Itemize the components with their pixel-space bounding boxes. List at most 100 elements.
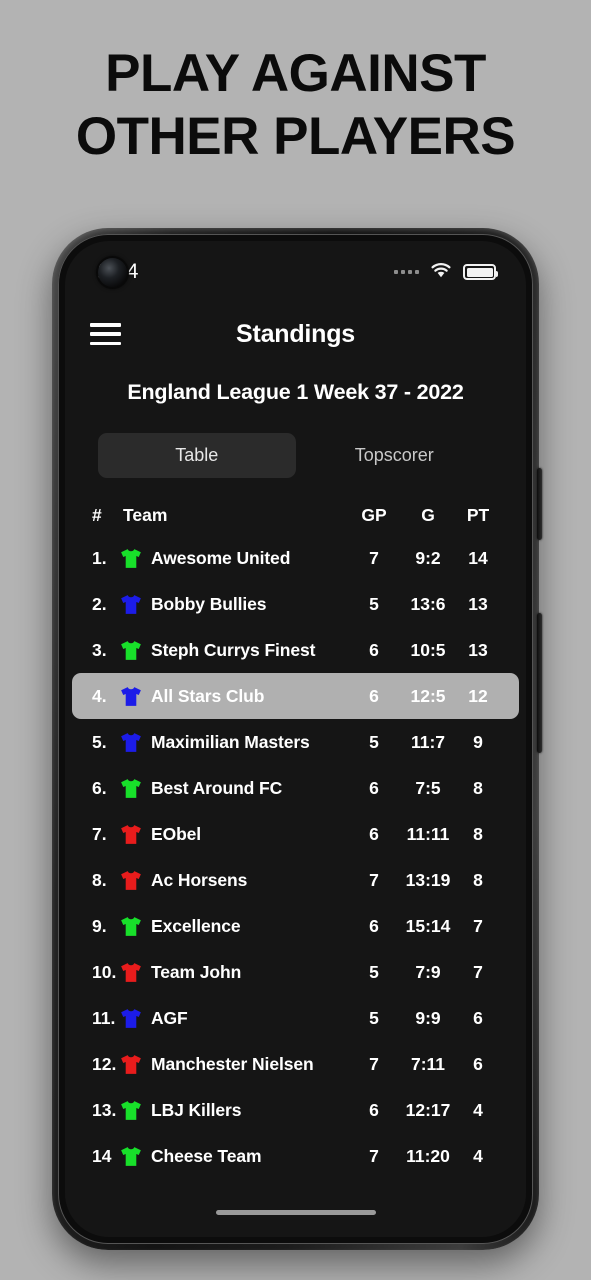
- row-rank: 2.: [92, 593, 107, 614]
- row-rank: 13.: [92, 1099, 117, 1120]
- row-goals: 13:6: [410, 593, 446, 614]
- row-goals: 7:11: [410, 1053, 446, 1074]
- row-games-played: 7: [369, 1145, 379, 1166]
- row-team-name: LBJ Killers: [151, 1099, 242, 1120]
- table-row[interactable]: 6. Best Around FC 6 7:5 8: [72, 765, 519, 811]
- tab-table[interactable]: Table: [98, 433, 296, 478]
- table-row[interactable]: 7. EObel 6 11:11 8: [72, 811, 519, 857]
- jersey-icon: [120, 686, 148, 707]
- jersey-icon: [121, 870, 141, 890]
- page-title: Standings: [235, 319, 356, 348]
- jersey-icon: [121, 732, 141, 752]
- row-points: 6: [473, 1007, 483, 1028]
- row-rank: 10.: [92, 961, 117, 982]
- row-team-name: Team John: [151, 961, 242, 982]
- row-games-played: 6: [369, 1099, 379, 1120]
- jersey-icon: [121, 916, 141, 936]
- row-games-played: 6: [369, 639, 379, 660]
- jersey-icon: [121, 686, 141, 706]
- jersey-icon: [121, 594, 141, 614]
- row-goals: 13:19: [405, 869, 451, 890]
- tab-topscorer[interactable]: Topscorer: [296, 433, 494, 478]
- column-header-g: G: [421, 504, 435, 525]
- row-points: 4: [473, 1099, 483, 1120]
- row-games-played: 7: [369, 547, 379, 568]
- status-bar: 2.34: [65, 241, 526, 303]
- row-points: 14: [468, 547, 488, 568]
- table-row[interactable]: 2. Bobby Bullies 5 13:6 13: [72, 581, 519, 627]
- row-rank: 6.: [92, 777, 107, 798]
- table-header-row: # Team GP G PT: [65, 497, 526, 533]
- row-points: 4: [473, 1145, 483, 1166]
- row-points: 13: [468, 593, 488, 614]
- power-button[interactable]: [537, 613, 542, 753]
- front-camera-icon: [98, 258, 127, 287]
- row-games-played: 5: [369, 731, 379, 752]
- jersey-icon: [121, 824, 141, 844]
- row-rank: 8.: [92, 869, 107, 890]
- row-points: 8: [473, 823, 483, 844]
- row-goals: 12:17: [405, 1099, 451, 1120]
- promo-headline: PLAY AGAINST OTHER PLAYERS: [0, 42, 591, 168]
- row-goals: 15:14: [405, 915, 451, 936]
- jersey-icon: [121, 640, 141, 660]
- phone-mockup: 2.34: [52, 228, 542, 1250]
- row-games-played: 6: [369, 685, 379, 706]
- jersey-icon: [120, 732, 148, 753]
- jersey-icon: [120, 778, 148, 799]
- table-row[interactable]: 11. AGF 5 9:9 6: [72, 995, 519, 1041]
- row-games-played: 6: [369, 915, 379, 936]
- row-rank: 5.: [92, 731, 107, 752]
- row-rank: 11.: [92, 1007, 116, 1028]
- row-team-name: Cheese Team: [151, 1145, 262, 1166]
- row-games-played: 5: [369, 961, 379, 982]
- row-goals: 7:5: [415, 777, 441, 798]
- row-team-name: Steph Currys Finest: [151, 639, 316, 660]
- jersey-icon: [121, 778, 141, 798]
- table-row[interactable]: 10. Team John 5 7:9 7: [72, 949, 519, 995]
- table-row[interactable]: 5. Maximilian Masters 5 11:7 9: [72, 719, 519, 765]
- screenshot-root: PLAY AGAINST OTHER PLAYERS 2.34: [0, 0, 591, 1280]
- row-games-played: 5: [369, 593, 379, 614]
- row-team-name: Best Around FC: [151, 777, 283, 798]
- jersey-icon: [121, 1146, 141, 1166]
- table-row[interactable]: 1. Awesome United 7 9:2 14: [72, 535, 519, 581]
- row-goals: 11:11: [406, 823, 450, 844]
- table-row[interactable]: 4. All Stars Club 6 12:5 12: [72, 673, 519, 719]
- row-rank: 12.: [92, 1053, 117, 1074]
- row-goals: 11:20: [406, 1145, 450, 1166]
- jersey-icon: [121, 548, 141, 568]
- row-games-played: 7: [369, 1053, 379, 1074]
- table-row[interactable]: 12. Manchester Nielsen 7 7:11 6: [72, 1041, 519, 1087]
- row-points: 12: [468, 685, 488, 706]
- row-rank: 3.: [92, 639, 107, 660]
- signal-dots-icon: [394, 270, 419, 274]
- jersey-icon: [121, 1054, 141, 1074]
- column-header-gp: GP: [361, 504, 387, 525]
- row-points: 7: [473, 961, 483, 982]
- row-points: 8: [473, 777, 483, 798]
- row-rank: 7.: [92, 823, 107, 844]
- table-row[interactable]: 13. LBJ Killers 6 12:17 4: [72, 1087, 519, 1133]
- jersey-icon: [120, 594, 148, 615]
- jersey-icon: [121, 1100, 141, 1120]
- table-row[interactable]: 8. Ac Horsens 7 13:19 8: [72, 857, 519, 903]
- row-goals: 12:5: [410, 685, 446, 706]
- jersey-icon: [120, 1100, 148, 1121]
- row-points: 6: [473, 1053, 483, 1074]
- app-nav-bar: Standings: [65, 303, 526, 365]
- phone-screen: 2.34: [65, 241, 526, 1237]
- row-rank: 4.: [92, 685, 107, 706]
- row-games-played: 6: [369, 777, 379, 798]
- hamburger-menu-icon[interactable]: [90, 323, 121, 345]
- jersey-icon: [120, 640, 148, 661]
- table-row[interactable]: 9. Excellence 6 15:14 7: [72, 903, 519, 949]
- volume-button[interactable]: [537, 468, 542, 540]
- jersey-icon: [120, 548, 148, 569]
- status-bar-indicators: [394, 262, 498, 283]
- standings-list[interactable]: 1. Awesome United 7 9:2 14 2. Bobby Bullies 5 13…: [65, 535, 526, 1237]
- home-indicator[interactable]: [215, 1210, 376, 1215]
- row-goals: 10:5: [410, 639, 446, 660]
- table-row[interactable]: 3. Steph Currys Finest 6 10:5 13: [72, 627, 519, 673]
- table-row[interactable]: 14 Cheese Team 7 11:20 4: [72, 1133, 519, 1179]
